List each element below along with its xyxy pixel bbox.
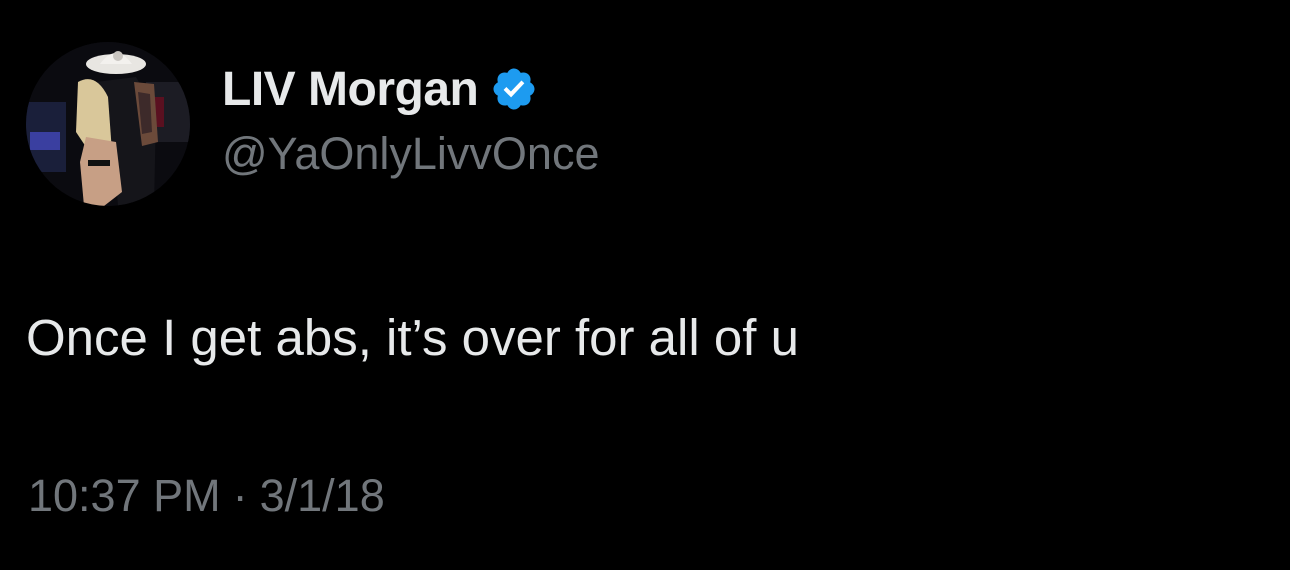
tweet-text: Once I get abs, it’s over for all of u	[26, 309, 799, 366]
verified-badge-icon	[490, 65, 538, 113]
profile-photo	[26, 42, 190, 206]
tweet-time[interactable]: 10:37 PM	[28, 470, 221, 521]
name-row: LIV Morgan	[222, 60, 600, 118]
separator-dot: ·	[232, 470, 248, 521]
display-name[interactable]: LIV Morgan	[222, 62, 479, 117]
avatar[interactable]	[26, 42, 190, 206]
tweet-card: LIV Morgan @YaOnlyLivvOnce Once I get ab…	[0, 0, 1290, 570]
tweet-metadata: 10:37 PM · 3/1/18	[28, 470, 385, 522]
tweet-date[interactable]: 3/1/18	[260, 470, 385, 521]
user-handle[interactable]: @YaOnlyLivvOnce	[222, 128, 600, 180]
author-block: LIV Morgan @YaOnlyLivvOnce	[222, 60, 600, 180]
